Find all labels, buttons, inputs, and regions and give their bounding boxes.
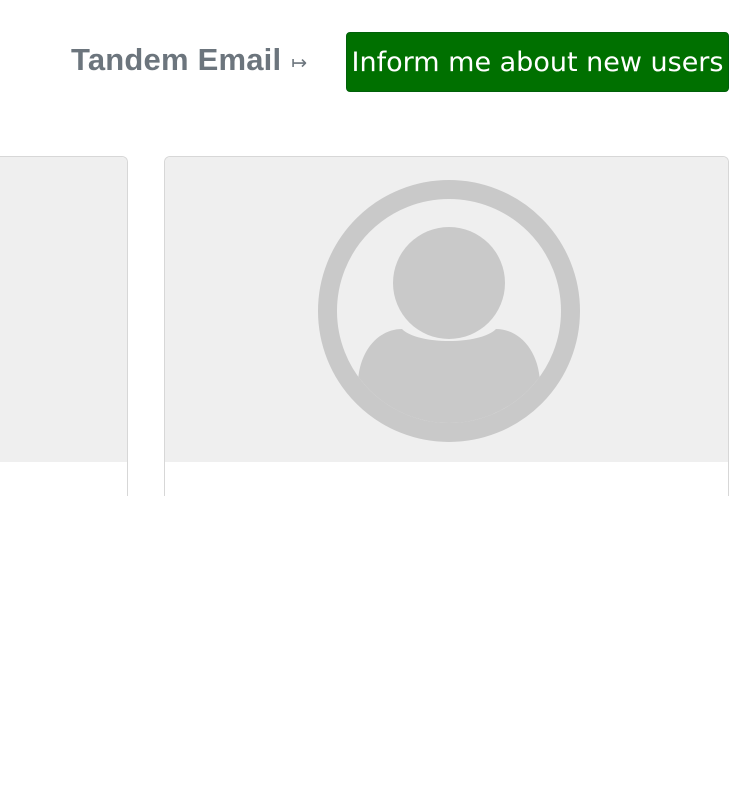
avatar-placeholder-icon	[318, 180, 580, 442]
user-card-image	[0, 157, 127, 462]
tandem-email-link-label: Tandem Email	[71, 42, 282, 77]
arrow-right-to-bar-icon: ↦	[291, 52, 308, 74]
user-card-body	[0, 462, 127, 496]
user-card-body	[165, 462, 728, 496]
page: Tandem Email ↦ Inform me about new users	[0, 0, 756, 806]
user-card[interactable]	[0, 156, 128, 496]
user-card[interactable]	[164, 156, 729, 496]
user-card-image	[165, 157, 728, 462]
tandem-email-link[interactable]: Tandem Email ↦	[71, 38, 307, 82]
inform-new-users-button[interactable]: Inform me about new users	[346, 32, 729, 92]
